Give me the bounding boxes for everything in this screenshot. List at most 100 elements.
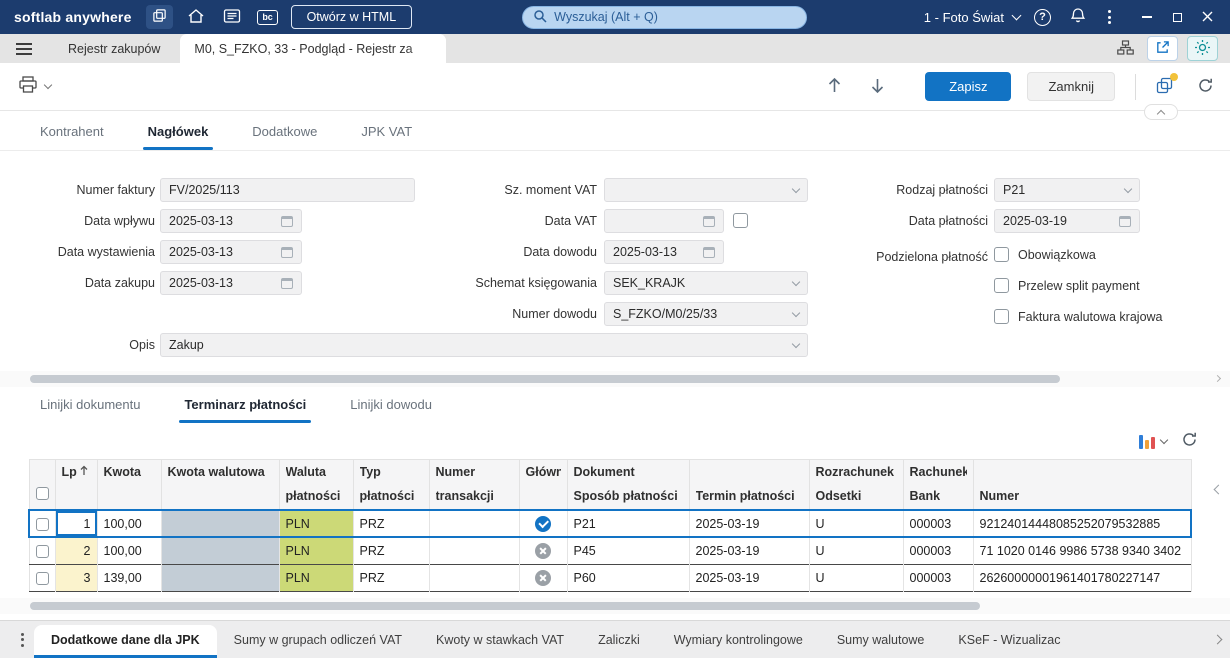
field-data-zakupu[interactable]: 2025-03-13 <box>160 271 302 295</box>
tab-naglowek[interactable]: Nagłówek <box>142 124 213 150</box>
more-menu-button[interactable] <box>1105 10 1114 24</box>
horizontal-scrollbar-thumb[interactable] <box>30 601 980 610</box>
cell-termin-platnosci[interactable]: 2025-03-19 <box>689 537 810 564</box>
cell-waluta-platnosci[interactable]: PLN <box>279 510 354 537</box>
maximize-button[interactable] <box>1162 4 1192 30</box>
header-sposob-platnosci[interactable]: Dokument Sposób płatności <box>567 459 690 510</box>
field-numer-faktury[interactable]: FV/2025/113 <box>160 178 415 202</box>
close-button[interactable] <box>1192 4 1222 30</box>
cell-numer-transakcji[interactable] <box>429 564 520 591</box>
cell-select[interactable] <box>29 510 56 537</box>
tab-kontrahent[interactable]: Kontrahent <box>40 124 104 150</box>
bc-button[interactable]: bc <box>255 5 281 29</box>
field-data-wystawienia[interactable]: 2025-03-13 <box>160 240 302 264</box>
cell-typ-platnosci[interactable]: PRZ <box>353 510 430 537</box>
horizontal-scrollbar-thumb[interactable] <box>30 375 1060 383</box>
main-menu-button[interactable] <box>0 34 48 63</box>
copy-window-button[interactable] <box>1156 72 1178 97</box>
header-termin-platnosci[interactable]: Termin płatności <box>689 459 810 510</box>
row-checkbox[interactable] <box>35 571 49 585</box>
cell-select[interactable] <box>29 537 56 564</box>
data-vat-checkbox[interactable] <box>733 213 748 228</box>
cell-glowny[interactable] <box>519 564 568 591</box>
cell-lp[interactable]: 1 <box>55 510 98 537</box>
header-kwota-walutowa[interactable]: Kwota walutowa <box>161 459 280 510</box>
notifications-button[interactable] <box>1065 5 1091 29</box>
cell-odsetki[interactable]: U <box>809 564 904 591</box>
cell-bank[interactable]: 000003 <box>903 537 974 564</box>
tab-dodatkowe[interactable]: Dodatkowe <box>252 124 317 150</box>
checkbox-obowiazkowa[interactable]: Obowiązkowa <box>994 247 1096 262</box>
header-glowny[interactable]: Główny <box>519 459 568 510</box>
field-data-platnosci[interactable]: 2025-03-19 <box>994 209 1140 233</box>
header-lp[interactable]: Lp2 <box>55 459 98 510</box>
cell-glowny[interactable] <box>519 510 568 537</box>
checkbox-faktura-walutowa[interactable]: Faktura walutowa krajowa <box>994 309 1163 324</box>
refresh-grid-button[interactable] <box>1181 431 1198 451</box>
table-row[interactable]: 1 100,00 PLN PRZ P21 2025-03-19 U 000003… <box>29 510 1192 537</box>
field-data-wplywu[interactable]: 2025-03-13 <box>160 209 302 233</box>
cell-kwota-walutowa[interactable] <box>161 564 280 591</box>
cell-typ-platnosci[interactable]: PRZ <box>353 564 430 591</box>
cell-lp[interactable]: 3 <box>55 564 98 591</box>
tab-jpk-vat[interactable]: JPK VAT <box>361 124 412 150</box>
cell-sposob-platnosci[interactable]: P21 <box>567 510 690 537</box>
cell-sposob-platnosci[interactable]: P45 <box>567 537 690 564</box>
theme-button[interactable] <box>1187 36 1218 61</box>
field-sz-moment-vat[interactable] <box>604 178 808 202</box>
company-selector[interactable]: 1 - Foto Świat <box>924 10 1022 25</box>
tab-sumy-walutowe[interactable]: Sumy walutowe <box>820 621 942 658</box>
close-document-button[interactable]: Zamknij <box>1027 72 1115 101</box>
field-data-dowodu[interactable]: 2025-03-13 <box>604 240 724 264</box>
cell-waluta-platnosci[interactable]: PLN <box>279 537 354 564</box>
header-typ-platnosci[interactable]: Typ płatności <box>353 459 430 510</box>
cell-odsetki[interactable]: U <box>809 510 904 537</box>
scroll-right-icon[interactable] <box>1213 374 1222 383</box>
help-button[interactable]: ? <box>1034 8 1051 26</box>
row-checkbox[interactable] <box>36 517 49 531</box>
table-row[interactable]: 3 139,00 PLN PRZ P60 2025-03-19 U 000003… <box>29 564 1192 591</box>
cell-numer-rachunku[interactable]: 26260000001961401780227147 <box>973 564 1192 591</box>
search-input[interactable] <box>554 10 797 24</box>
scroll-tabs-right-button[interactable] <box>1204 621 1230 658</box>
field-numer-dowodu[interactable]: S_FZKO/M0/25/33 <box>604 302 808 326</box>
field-schemat-ksiegowania[interactable]: SEK_KRAJK <box>604 271 808 295</box>
share-button[interactable] <box>1147 36 1178 61</box>
move-down-button[interactable] <box>870 77 885 97</box>
minimize-button[interactable] <box>1132 4 1162 30</box>
tab-terminarz-platnosci[interactable]: Terminarz płatności <box>179 397 312 423</box>
windows-button[interactable] <box>145 5 173 29</box>
print-button[interactable] <box>18 76 53 97</box>
cell-numer-rachunku[interactable]: 92124014448085252079532885 <box>973 510 1192 537</box>
cell-sposob-platnosci[interactable]: P60 <box>567 564 690 591</box>
tab-sumy-grupy-odliczen-vat[interactable]: Sumy w grupach odliczeń VAT <box>217 621 419 658</box>
cell-kwota[interactable]: 139,00 <box>97 564 162 591</box>
field-data-vat[interactable] <box>604 209 724 233</box>
cell-kwota[interactable]: 100,00 <box>97 537 162 564</box>
chart-view-button[interactable] <box>1139 434 1169 449</box>
tab-rejestr-zakupow[interactable]: Rejestr zakupów <box>48 34 180 63</box>
cell-kwota-walutowa[interactable] <box>161 537 280 564</box>
tab-wymiary-kontrolingowe[interactable]: Wymiary kontrolingowe <box>657 621 820 658</box>
header-bank[interactable]: Rachunek Bank <box>903 459 974 510</box>
cell-glowny[interactable] <box>519 537 568 564</box>
cell-termin-platnosci[interactable]: 2025-03-19 <box>689 564 810 591</box>
cell-bank[interactable]: 000003 <box>903 564 974 591</box>
tab-linijki-dokumentu[interactable]: Linijki dokumentu <box>40 397 140 423</box>
cell-select[interactable] <box>29 564 56 591</box>
tab-ksef-wizualizacja[interactable]: KSeF - Wizualizac <box>941 621 1066 658</box>
collapse-header-button[interactable] <box>1144 104 1178 120</box>
refresh-button[interactable] <box>1197 77 1214 97</box>
tab-linijki-dowodu[interactable]: Linijki dowodu <box>350 397 432 423</box>
tab-dodatkowe-dane-jpk[interactable]: Dodatkowe dane dla JPK <box>34 625 217 658</box>
header-numer-rachunku[interactable]: Numer <box>973 459 1192 510</box>
cell-lp[interactable]: 2 <box>55 537 98 564</box>
cell-typ-platnosci[interactable]: PRZ <box>353 537 430 564</box>
collapse-right-panel-button[interactable] <box>1213 481 1224 496</box>
open-in-html-button[interactable]: Otwórz w HTML <box>290 5 413 29</box>
home-button[interactable] <box>183 5 209 29</box>
checkbox-przelew-split[interactable]: Przelew split payment <box>994 278 1140 293</box>
apps-button[interactable] <box>219 5 245 29</box>
cell-numer-rachunku[interactable]: 71 1020 0146 9986 5738 9340 3402 <box>973 537 1192 564</box>
cell-kwota[interactable]: 100,00 <box>97 510 162 537</box>
